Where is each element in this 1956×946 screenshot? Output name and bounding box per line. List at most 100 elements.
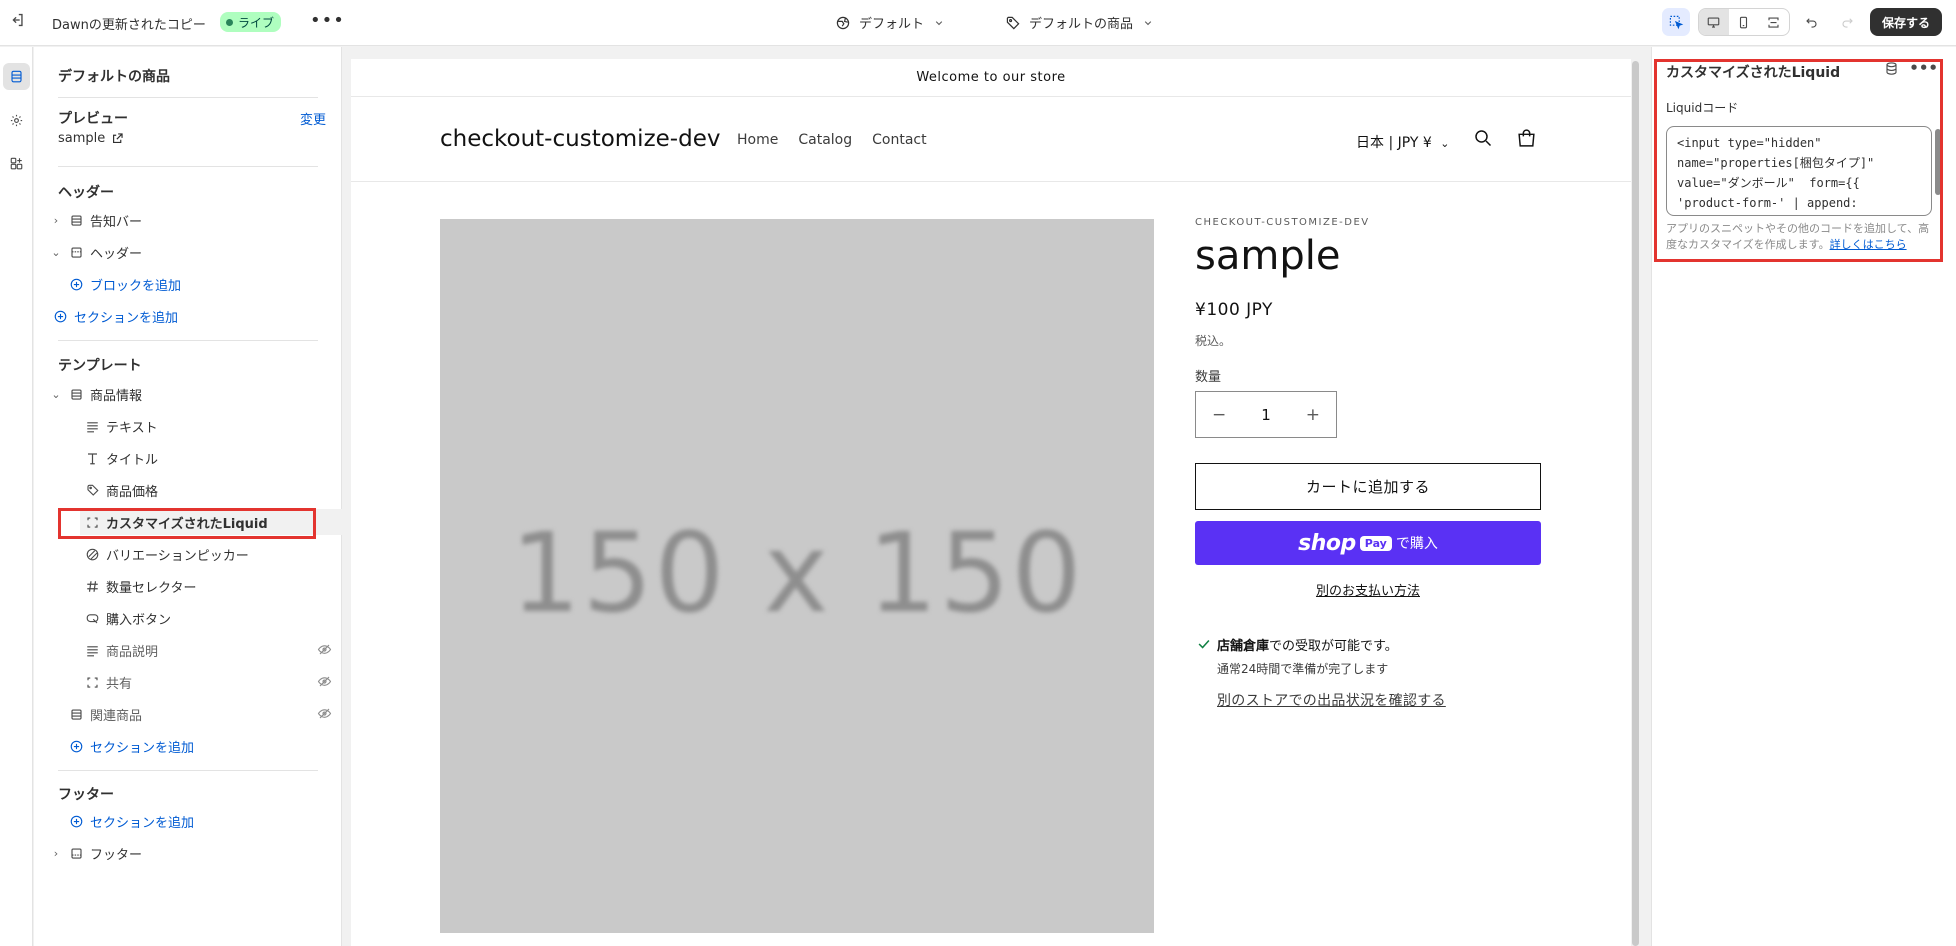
tree-label: ブロックを追加 <box>90 278 182 294</box>
quantity-minus-button[interactable]: − <box>1212 405 1226 425</box>
hidden-eye-icon[interactable] <box>317 674 332 693</box>
tree-label: 共有 <box>106 676 133 692</box>
selected-block-highlight <box>58 508 316 539</box>
topbar-actions: 保存する <box>1661 8 1942 36</box>
chevron-down-icon[interactable]: ⌄ <box>48 246 64 259</box>
shop-pay-button[interactable]: shop Pay で購入 <box>1195 521 1541 565</box>
plus-circle-icon <box>68 813 84 829</box>
editor-rail <box>0 47 33 946</box>
inspector-toggle-icon[interactable] <box>1661 8 1690 36</box>
add-block-button[interactable]: ブロックを追加 <box>64 271 344 297</box>
preview-product-name: sample <box>58 131 106 146</box>
footer-group-heading: フッター <box>58 787 114 803</box>
template-selector-label: デフォルトの商品 <box>1029 17 1134 32</box>
exit-icon[interactable] <box>8 11 26 29</box>
block-product-description[interactable]: 商品説明 <box>80 637 342 663</box>
pickup-available-text: での受取が可能です。 <box>1269 639 1398 654</box>
chevron-down-icon <box>935 20 943 25</box>
block-text[interactable]: テキスト <box>80 413 360 439</box>
header-section-icon <box>68 244 84 260</box>
preview-change-link[interactable]: 変更 <box>300 109 326 128</box>
chevron-down-icon[interactable]: ⌄ <box>48 388 64 401</box>
section-announcement-bar[interactable]: › 告知バー <box>48 207 328 233</box>
save-button[interactable]: 保存する <box>1869 8 1942 36</box>
status-dot-icon <box>226 18 233 26</box>
nav-link-catalog[interactable]: Catalog <box>798 132 852 148</box>
tree-label: 商品情報 <box>90 388 143 404</box>
add-section-button[interactable]: セクションを追加 <box>64 808 344 834</box>
chevron-right-icon[interactable]: › <box>48 847 64 860</box>
plus-circle-icon <box>52 308 68 324</box>
globe-icon <box>836 16 850 29</box>
hidden-eye-icon[interactable] <box>317 706 332 725</box>
settings-panel-highlight <box>1654 59 1943 262</box>
shop-pay-badge: Pay <box>1359 535 1392 551</box>
currency-selector[interactable]: 日本 | JPY ¥ ⌄ <box>1356 132 1449 152</box>
scrollbar-thumb[interactable] <box>1632 61 1639 946</box>
status-badge-label: ライブ <box>238 15 275 30</box>
chevron-down-icon <box>1144 20 1152 25</box>
nav-link-contact[interactable]: Contact <box>872 132 926 148</box>
check-other-stores-link[interactable]: 別のストアでの出品状況を確認する <box>1217 690 1446 710</box>
theme-selector[interactable]: デフォルト <box>835 13 946 32</box>
block-share[interactable]: 共有 <box>80 669 342 695</box>
mobile-view-icon[interactable] <box>1729 9 1759 35</box>
chevron-right-icon[interactable]: › <box>48 214 64 227</box>
preview-scrollbar[interactable] <box>1631 59 1641 946</box>
tree-label: セクションを追加 <box>90 740 195 756</box>
cart-icon[interactable] <box>1516 128 1538 150</box>
price-tag-icon <box>84 482 100 498</box>
section-related-products[interactable]: 関連商品 <box>64 701 342 727</box>
quantity-plus-button[interactable]: + <box>1306 405 1320 425</box>
nav-link-home[interactable]: Home <box>737 132 778 148</box>
divider <box>58 340 318 341</box>
buy-button-icon <box>84 610 100 626</box>
viewport-switcher <box>1697 8 1790 36</box>
add-to-cart-button[interactable]: カートに追加する <box>1195 463 1541 510</box>
theme-selector-label: デフォルト <box>859 17 925 32</box>
undo-icon[interactable] <box>1798 8 1826 36</box>
store-logo[interactable]: checkout-customize-dev <box>440 126 720 152</box>
sections-icon[interactable] <box>3 63 30 90</box>
theme-settings-gear-icon[interactable] <box>3 107 30 134</box>
hidden-eye-icon[interactable] <box>317 642 332 661</box>
section-footer[interactable]: › フッター <box>48 840 328 866</box>
tree-label: 購入ボタン <box>106 612 172 628</box>
app-embeds-icon[interactable] <box>3 150 30 177</box>
divider <box>58 166 318 167</box>
image-placeholder-text: 150 x 150 <box>510 509 1084 637</box>
checkmark-icon <box>1197 637 1211 655</box>
preview-product-link[interactable]: sample <box>58 131 124 146</box>
section-icon <box>68 212 84 228</box>
shop-pay-label: で購入 <box>1395 536 1438 552</box>
section-header[interactable]: ⌄ ヘッダー <box>48 239 328 265</box>
custom-code-icon <box>84 674 100 690</box>
section-icon <box>68 386 84 402</box>
block-quantity-selector[interactable]: 数量セレクター <box>80 573 360 599</box>
block-buy-buttons[interactable]: 購入ボタン <box>80 605 360 631</box>
redo-icon[interactable] <box>1834 8 1862 36</box>
product-image[interactable]: 150 x 150 <box>440 219 1154 933</box>
tree-label: 商品価格 <box>106 484 159 500</box>
desktop-view-icon[interactable] <box>1698 9 1729 35</box>
theme-actions-button[interactable]: ••• <box>310 10 345 31</box>
tax-note: 税込。 <box>1195 334 1232 348</box>
quantity-stepper: − 1 + <box>1195 391 1337 438</box>
add-section-button[interactable]: セクションを追加 <box>64 733 344 759</box>
store-preview-frame: Welcome to our store checkout-customize-… <box>351 59 1631 946</box>
template-selector[interactable]: デフォルトの商品 <box>1005 13 1155 32</box>
search-icon[interactable] <box>1473 128 1495 150</box>
block-price[interactable]: 商品価格 <box>80 477 360 503</box>
fullscreen-view-icon[interactable] <box>1759 9 1789 35</box>
product-title: sample <box>1195 233 1341 279</box>
block-variant-picker[interactable]: バリエーションピッカー <box>80 541 360 567</box>
shop-pay-logo: shop <box>1298 530 1356 556</box>
plus-circle-icon <box>68 738 84 754</box>
block-title[interactable]: タイトル <box>80 445 360 471</box>
template-title: デフォルトの商品 <box>58 69 170 85</box>
section-product-info[interactable]: ⌄ 商品情報 <box>48 381 328 407</box>
add-section-button[interactable]: セクションを追加 <box>48 303 328 329</box>
quantity-input[interactable]: 1 <box>1261 406 1271 424</box>
more-payment-options-link[interactable]: 別のお支払い方法 <box>1195 580 1541 599</box>
tree-label: テキスト <box>106 420 158 436</box>
